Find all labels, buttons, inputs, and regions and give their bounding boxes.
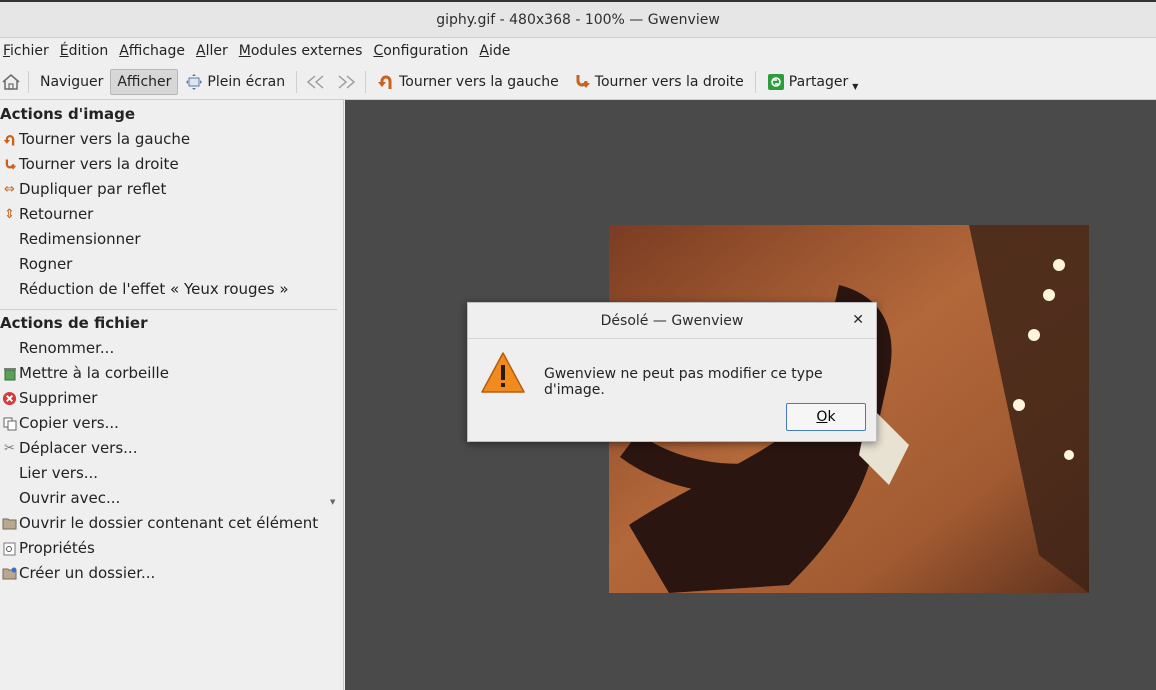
window-titlebar[interactable]: giphy.gif - 480x368 - 100% — Gwenview (0, 0, 1156, 38)
action-red-eye[interactable]: Réduction de l'effet « Yeux rouges » (0, 277, 343, 302)
previous-arrow-icon (307, 74, 324, 89)
toolbar-separator (754, 70, 756, 93)
dialog-message: Gwenview ne peut pas modifier ce type d'… (544, 366, 823, 398)
next-arrow-icon (338, 74, 356, 89)
main-toolbar: Naviguer Afficher Plein écran Tourner ve… (0, 64, 1156, 100)
ok-button[interactable]: Ok (786, 403, 866, 431)
rotate-right-icon (0, 156, 19, 174)
menu-configuration[interactable]: Configuration (369, 43, 475, 59)
chevron-down-icon: ▼ (330, 498, 336, 506)
flip-icon: ⇕ (4, 207, 15, 222)
menu-affichage[interactable]: Affichage (115, 43, 192, 59)
home-icon (2, 73, 20, 90)
view-button[interactable]: Afficher (110, 68, 179, 95)
window-title: giphy.gif - 480x368 - 100% — Gwenview (436, 11, 720, 28)
menu-fichier[interactable]: Fichier (0, 43, 56, 59)
action-properties[interactable]: Propriétés (0, 536, 343, 561)
toolbar-separator (365, 70, 367, 93)
sidebar: Actions d'image Tourner vers la gauche T… (0, 100, 344, 690)
action-flip[interactable]: ⇕ Retourner (0, 202, 343, 227)
properties-icon (0, 540, 19, 558)
menu-edition[interactable]: Édition (56, 43, 115, 59)
rotate-left-icon (0, 131, 19, 149)
action-delete[interactable]: Supprimer (0, 386, 343, 411)
share-button[interactable]: Partager ▼ (760, 69, 866, 95)
action-resize[interactable]: Redimensionner (0, 227, 343, 252)
move-icon: ✂ (4, 441, 15, 456)
close-icon[interactable]: ✕ (852, 312, 864, 328)
toolbar-separator (296, 70, 298, 93)
image-actions-heading: Actions d'image (0, 105, 136, 123)
action-create-folder[interactable]: Créer un dossier... (0, 561, 343, 586)
rotate-right-button[interactable]: Tourner vers la droite (566, 69, 751, 95)
folder-icon (0, 515, 19, 533)
trash-icon (0, 365, 19, 383)
action-rotate-left[interactable]: Tourner vers la gauche (0, 127, 343, 152)
previous-button[interactable] (301, 69, 331, 95)
warning-icon (481, 352, 525, 393)
menu-aller[interactable]: Aller (192, 43, 235, 59)
action-open-folder[interactable]: Ouvrir le dossier contenant cet élément (0, 511, 343, 536)
action-open-with[interactable]: Ouvrir avec... ▼ (0, 486, 343, 511)
action-rotate-right[interactable]: Tourner vers la droite (0, 152, 343, 177)
menu-modules-externes[interactable]: Modules externes (235, 43, 370, 59)
copy-icon (0, 415, 19, 433)
file-actions-heading: Actions de fichier (0, 314, 148, 332)
rotate-left-button[interactable]: Tourner vers la gauche (370, 69, 566, 95)
delete-icon (0, 390, 19, 408)
action-link-to[interactable]: Lier vers... (0, 461, 343, 486)
action-mirror[interactable]: ⇔ Dupliquer par reflet (0, 177, 343, 202)
fullscreen-button[interactable]: Plein écran (178, 69, 292, 95)
action-move-to[interactable]: ✂ Déplacer vers... (0, 436, 343, 461)
toolbar-separator (28, 70, 29, 93)
share-icon (767, 73, 784, 90)
dialog-title: Désolé — Gwenview (600, 312, 744, 329)
chevron-down-icon: ▼ (852, 82, 859, 91)
action-copy-to[interactable]: Copier vers... (0, 411, 343, 436)
home-button[interactable] (0, 69, 24, 95)
fullscreen-icon (186, 73, 203, 90)
menu-aide[interactable]: Aide (475, 43, 517, 59)
next-button[interactable] (331, 69, 361, 95)
mirror-icon: ⇔ (4, 182, 15, 197)
dialog-titlebar[interactable]: Désolé — Gwenview ✕ (468, 303, 876, 339)
error-dialog: Désolé — Gwenview ✕ Gwenview ne peut pas… (467, 302, 877, 442)
new-folder-icon (0, 565, 19, 583)
action-trash[interactable]: Mettre à la corbeille (0, 361, 343, 386)
action-rename[interactable]: Renommer... (0, 336, 343, 361)
menubar: Fichier Édition Affichage Aller Modules … (0, 38, 1156, 64)
rotate-left-icon (378, 75, 392, 89)
browse-button[interactable]: Naviguer (33, 69, 110, 95)
rotate-right-icon (576, 74, 590, 88)
action-crop[interactable]: Rogner (0, 252, 343, 277)
